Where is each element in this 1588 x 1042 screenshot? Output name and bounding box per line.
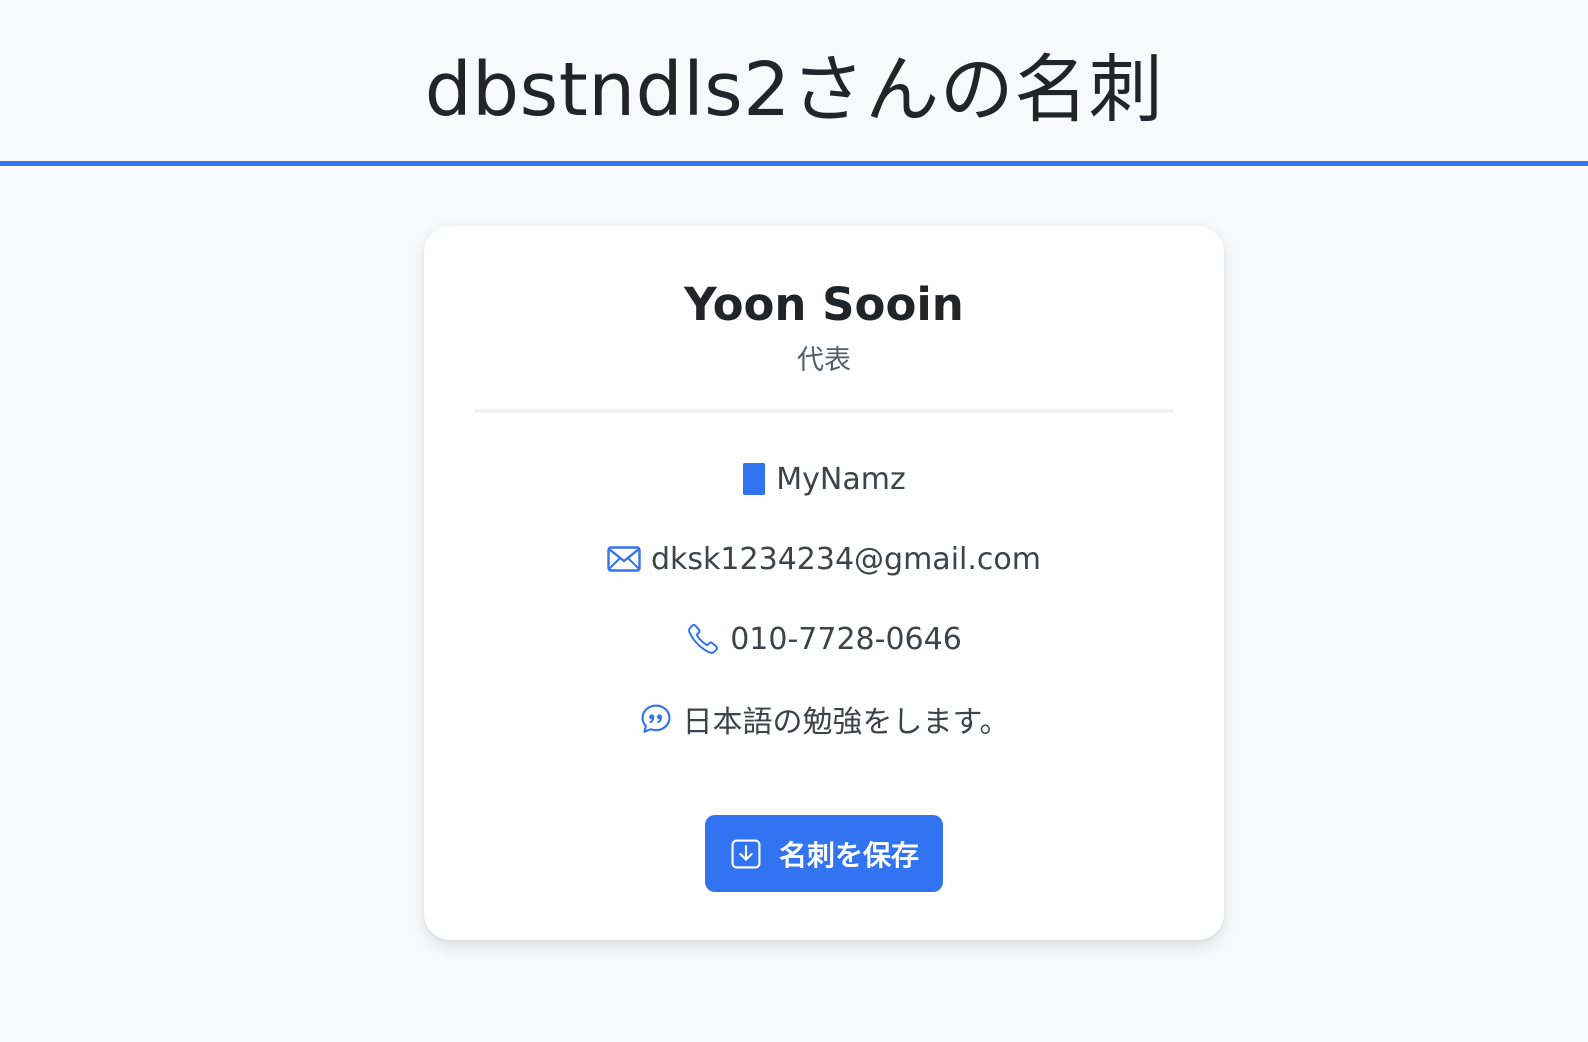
company-name: MyNamz bbox=[776, 461, 906, 497]
download-icon bbox=[729, 837, 763, 871]
page-header: dbstndls2さんの名刺 bbox=[0, 0, 1588, 166]
divider bbox=[474, 409, 1174, 413]
envelope-icon bbox=[607, 546, 641, 572]
building-icon bbox=[742, 463, 766, 495]
business-card: Yoon Sooin 代表 MyNamz dksk1234234@gmail.c… bbox=[424, 226, 1224, 940]
page-title: dbstndls2さんの名刺 bbox=[424, 47, 1164, 133]
quote-bubble-icon bbox=[639, 702, 673, 736]
bio-text: 日本語の勉強をします。 bbox=[682, 705, 1010, 740]
save-button-label: 名刺を保存 bbox=[778, 838, 919, 872]
phone-icon bbox=[686, 622, 720, 656]
card-role: 代表 bbox=[797, 345, 851, 376]
bio-row: 日本語の勉強をします。 bbox=[424, 699, 1224, 740]
card-name: Yoon Sooin bbox=[684, 278, 964, 331]
save-card-button[interactable]: 名刺を保存 bbox=[705, 815, 943, 892]
phone-row: 010-7728-0646 bbox=[424, 619, 1224, 659]
email-row: dksk1234234@gmail.com bbox=[424, 539, 1224, 579]
phone-link[interactable]: 010-7728-0646 bbox=[730, 622, 962, 657]
email-link[interactable]: dksk1234234@gmail.com bbox=[651, 542, 1041, 577]
company-row: MyNamz bbox=[424, 459, 1224, 499]
